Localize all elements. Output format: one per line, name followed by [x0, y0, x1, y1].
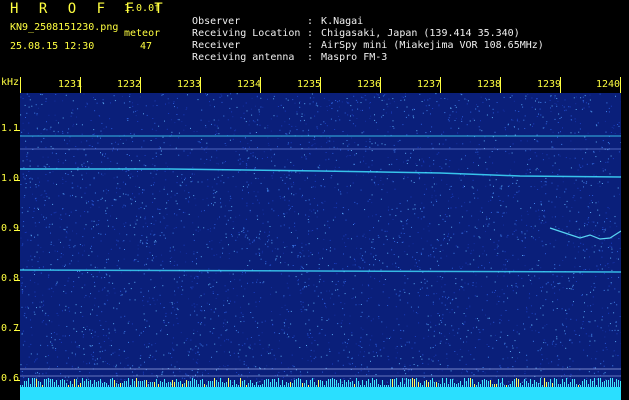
- time-tick-mark: [620, 77, 621, 93]
- freq-tick-label: 0.8: [1, 273, 20, 284]
- time-tick-label: 1237: [417, 79, 442, 90]
- time-tick-label: 1235: [297, 79, 322, 90]
- meteor-echo-trace: [549, 227, 621, 240]
- time-tick-label: 1234: [237, 79, 262, 90]
- time-tick-label: 1232: [117, 79, 142, 90]
- meta-colon: :: [307, 52, 314, 63]
- noise-floor-spikes: [20, 378, 621, 387]
- filename-label: KN9_2508151230.png: [10, 22, 119, 33]
- freq-tick-label: 1.1: [1, 123, 20, 134]
- time-tick-mark: [20, 77, 21, 93]
- noise-floor-band: [20, 387, 621, 400]
- time-tick-label: 1236: [357, 79, 382, 90]
- time-tick-label: 1238: [477, 79, 502, 90]
- time-tick-label: 1231: [58, 79, 83, 90]
- time-tick-label: 1240: [596, 79, 621, 90]
- meta-value: Maspro FM-3: [321, 52, 388, 63]
- meteor-count: 47: [140, 41, 153, 52]
- waterfall-spectrogram: [20, 93, 621, 400]
- meta-antenna: Receiving antenna: Maspro FM-3: [180, 40, 387, 64]
- time-tick-label: 1239: [537, 79, 562, 90]
- freq-tick-label: 0.9: [1, 223, 20, 234]
- meteor-label: meteor: [124, 28, 161, 39]
- carrier-line-lower: [20, 269, 621, 273]
- datetime-label: 25.08.15 12:30: [10, 41, 95, 52]
- freq-tick-label: 0.7: [1, 323, 20, 334]
- time-axis: 1231 1232 1233 1234 1235 1236 1237 1238 …: [0, 77, 629, 93]
- waterfall-canvas: [20, 93, 621, 400]
- noise-layer: [20, 93, 621, 386]
- meta-key: Receiving antenna: [192, 52, 295, 63]
- version-label: 1.0.0f: [124, 3, 161, 14]
- drifting-carrier-line: [20, 168, 621, 178]
- freq-tick-label: 0.6: [1, 373, 20, 384]
- freq-tick-label: 1.0: [1, 173, 20, 184]
- time-tick-label: 1233: [177, 79, 202, 90]
